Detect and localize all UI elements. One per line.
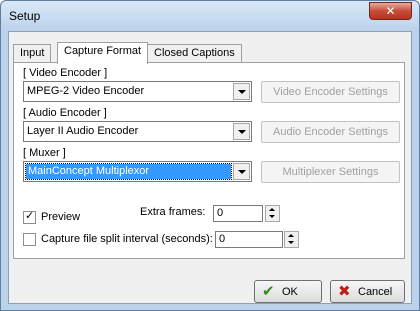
video-encoder-value: MPEG-2 Video Encoder <box>27 85 145 97</box>
ok-label: OK <box>282 286 298 298</box>
close-button[interactable]: ✕ <box>369 2 412 20</box>
split-interval-value: 0 <box>219 233 226 245</box>
close-icon: ✕ <box>385 4 396 18</box>
spin-down-icon[interactable] <box>269 215 275 218</box>
cross-icon: ✖ <box>338 282 351 300</box>
extra-frames-spinner[interactable] <box>265 205 280 222</box>
muxer-value: MainConcept Multiplexor <box>25 163 232 180</box>
cancel-label: Cancel <box>358 286 393 298</box>
preview-checkbox[interactable] <box>23 209 36 224</box>
preview-label: Preview <box>41 211 81 223</box>
split-interval-checkbox[interactable] <box>23 233 36 246</box>
audio-encoder-settings-button[interactable]: Audio Encoder Settings <box>261 121 400 143</box>
chevron-down-icon[interactable] <box>233 123 250 140</box>
video-encoder-settings-button[interactable]: Video Encoder Settings <box>261 81 400 103</box>
audio-encoder-value: Layer II Audio Encoder <box>27 125 139 137</box>
muxer-select[interactable]: MainConcept Multiplexor <box>23 161 252 182</box>
spin-down-icon[interactable] <box>288 241 294 244</box>
split-interval-spinner[interactable] <box>284 231 299 248</box>
setup-dialog: Setup ✕ Input Capture Format Closed Capt… <box>0 0 420 311</box>
window-title: Setup <box>9 9 41 23</box>
multiplexer-settings-button[interactable]: Multiplexer Settings <box>261 161 400 183</box>
tab-closed-captions[interactable]: Closed Captions <box>147 44 242 63</box>
spin-up-icon[interactable] <box>288 234 294 237</box>
ok-button[interactable]: ✔ OK <box>254 280 322 303</box>
cancel-button[interactable]: ✖ Cancel <box>330 280 405 303</box>
split-interval-label: Capture file split interval (seconds): <box>41 233 213 245</box>
checkmark-icon: ✔ <box>262 282 275 300</box>
tab-input[interactable]: Input <box>13 44 52 63</box>
chevron-down-icon[interactable] <box>233 83 250 100</box>
spin-up-icon[interactable] <box>269 208 275 211</box>
tab-capture-format[interactable]: Capture Format <box>57 42 149 64</box>
audio-encoder-select[interactable]: Layer II Audio Encoder <box>23 121 252 142</box>
muxer-label: [ Muxer ] <box>23 147 66 159</box>
dialog-body: Input Capture Format Closed Captions [ V… <box>8 31 412 304</box>
video-encoder-label: [ Video Encoder ] <box>23 67 108 79</box>
capture-format-panel: [ Video Encoder ] MPEG-2 Video Encoder V… <box>13 62 405 259</box>
split-interval-input[interactable]: 0 <box>215 231 283 248</box>
video-encoder-select[interactable]: MPEG-2 Video Encoder <box>23 81 252 102</box>
extra-frames-value: 0 <box>217 207 224 219</box>
extra-frames-label: Extra frames: <box>140 206 206 218</box>
title-bar[interactable]: Setup ✕ <box>1 1 419 31</box>
audio-encoder-label: [ Audio Encoder ] <box>23 107 107 119</box>
chevron-down-icon[interactable] <box>233 163 250 180</box>
extra-frames-input[interactable]: 0 <box>213 205 263 222</box>
